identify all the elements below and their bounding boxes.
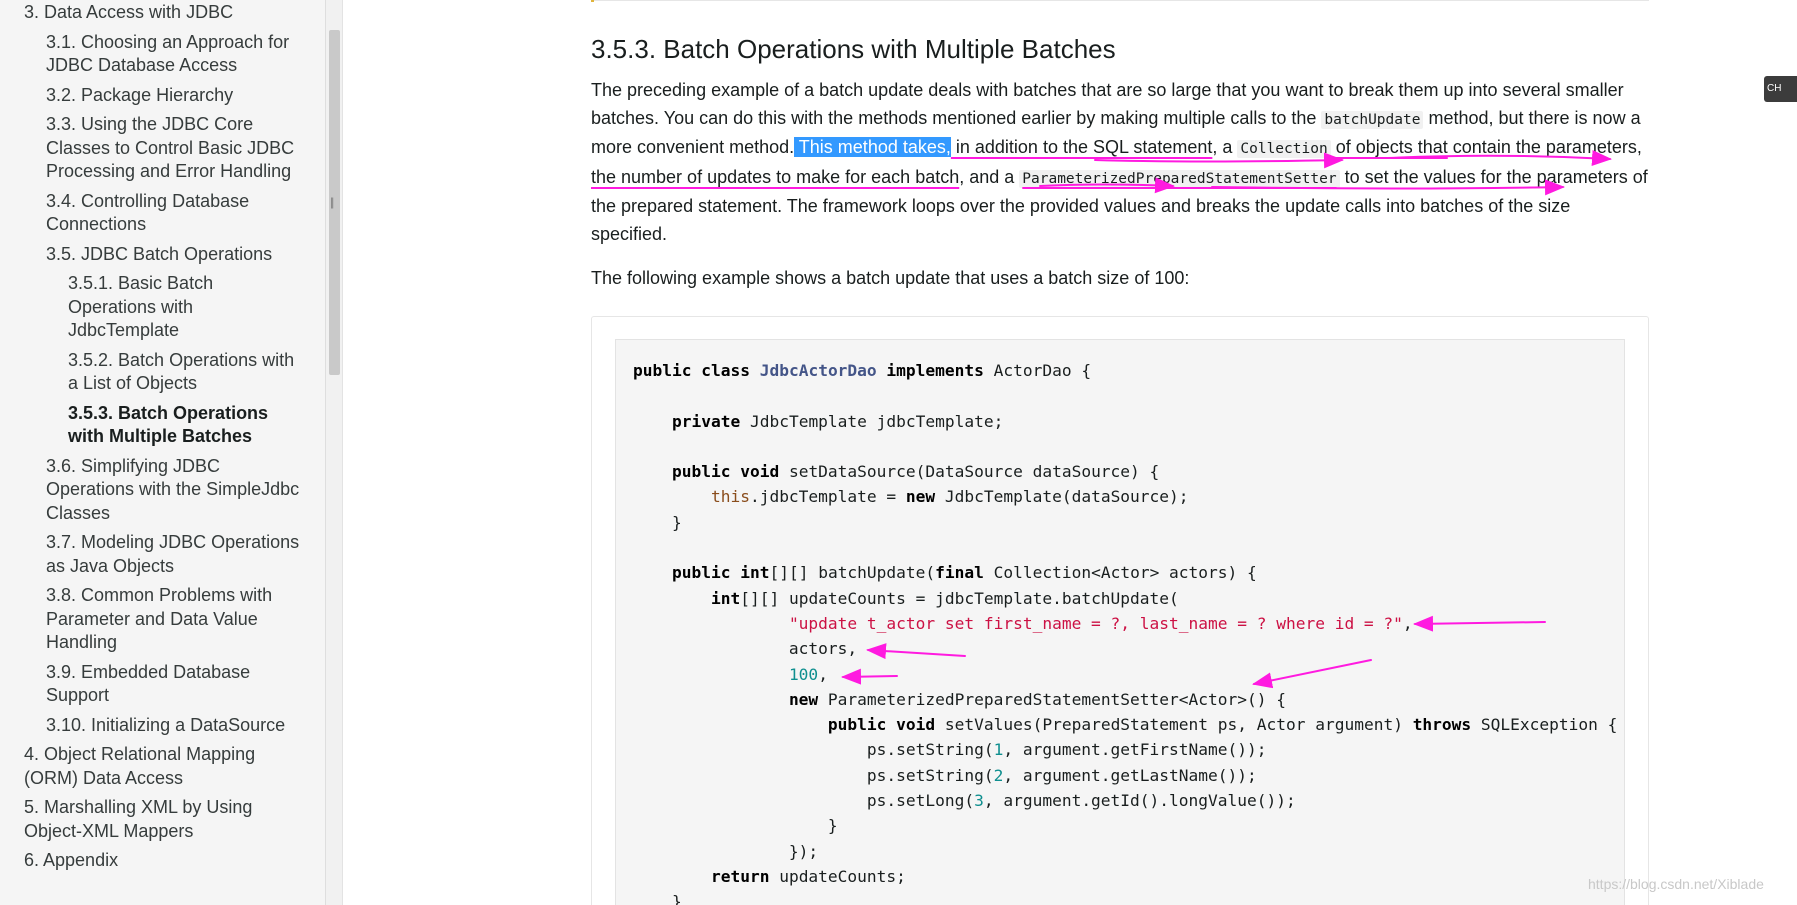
toc-item[interactable]: 3.5.3. Batch Operations with Multiple Ba… (0, 402, 325, 449)
toc-item[interactable]: 3.1. Choosing an Approach for JDBC Datab… (0, 31, 325, 78)
text: , a (1212, 137, 1238, 158)
toc-list: 3. Data Access with JDBC 3.1. Choosing an… (0, 0, 325, 873)
toc-item[interactable]: 3.5.1. Basic Batch Operations with JdbcT… (0, 272, 325, 343)
text: contain the parameters, (1447, 137, 1642, 158)
top-divider (591, 0, 1649, 1)
inline-code-batchupdate: batchUpdate (1321, 110, 1424, 129)
resize-handle-icon[interactable]: || (330, 195, 334, 209)
watermark: https://blog.csdn.net/Xiblade (1588, 876, 1764, 892)
toc-item[interactable]: 3.6. Simplifying JDBC Operations with th… (0, 455, 325, 526)
code-block: public class JdbcActorDao implements Act… (615, 339, 1625, 905)
side-toolbar-tab[interactable]: CH (1764, 76, 1797, 102)
paragraph-intro: The preceding example of a batch update … (591, 77, 1649, 249)
toc-item[interactable]: 3.4. Controlling Database Connections (0, 190, 325, 237)
code-text[interactable]: public class JdbcActorDao implements Act… (633, 358, 1617, 905)
annotated-text: the number of updates to make for each b… (591, 166, 960, 187)
inline-code-setter: ParameterizedPreparedStatementSetter (1019, 169, 1340, 188)
section-title: 3.5.3. Batch Operations with Multiple Ba… (591, 34, 1116, 64)
text: , and a (959, 166, 1020, 187)
sidebar-scrollbar[interactable] (326, 0, 343, 905)
main-content: 3.5.3. Batch Operations with Multiple Ba… (591, 0, 1649, 288)
text-selection[interactable]: This method takes, (794, 137, 951, 158)
toc-item[interactable]: 5. Marshalling XML by Using Object-XML M… (0, 796, 325, 843)
toc-item[interactable]: 4. Object Relational Mapping (ORM) Data … (0, 743, 325, 790)
toc-item[interactable]: 3.10. Initializing a DataSource (0, 714, 325, 738)
toc-item[interactable]: 3.9. Embedded Database Support (0, 661, 325, 708)
toc-item[interactable]: 3. Data Access with JDBC (0, 1, 325, 25)
toc-item[interactable]: 6. Appendix (0, 849, 325, 873)
annotated-text: of objects that (1330, 137, 1448, 158)
toc-item[interactable]: 3.5. JDBC Batch Operations (0, 243, 325, 267)
code-listing: public class JdbcActorDao implements Act… (591, 316, 1649, 905)
toc-item[interactable]: 3.5.2. Batch Operations with a List of O… (0, 349, 325, 396)
toc-item[interactable]: 3.3. Using the JDBC Core Classes to Cont… (0, 113, 325, 184)
inline-code-collection: Collection (1237, 140, 1331, 159)
toc-item[interactable]: 3.8. Common Problems with Parameter and … (0, 584, 325, 655)
toc-item[interactable]: 3.2. Package Hierarchy (0, 84, 325, 108)
annotated-text: in addition to the SQL statement (950, 137, 1213, 158)
top-accent (591, 0, 594, 2)
toc-item[interactable]: 3.7. Modeling JDBC Operations as Java Ob… (0, 531, 325, 578)
toc-sidebar: 3. Data Access with JDBC 3.1. Choosing an… (0, 0, 326, 905)
paragraph-example-intro: The following example shows a batch upda… (591, 268, 1190, 288)
